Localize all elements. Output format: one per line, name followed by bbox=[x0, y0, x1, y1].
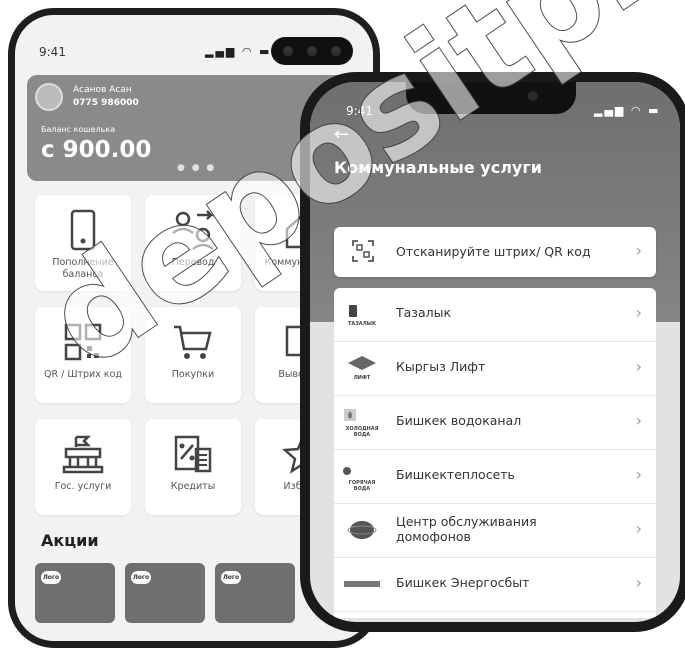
provider-logo bbox=[342, 512, 382, 548]
list-item-bishkekteploset[interactable]: ГОРЯЧАЯ ВОДА Бишкектеплосеть › bbox=[334, 450, 656, 504]
scan-label: Отсканируйте штрих/ QR код bbox=[396, 244, 591, 259]
wallet-label: Баланс кошелька bbox=[41, 125, 116, 134]
promo-logo: Лого bbox=[41, 571, 61, 584]
qr-scan-icon bbox=[352, 240, 374, 262]
user-phone: 0775 986000 bbox=[73, 98, 139, 108]
list-item-bishkek-energosbyt[interactable]: Бишкек Энергосбыт › bbox=[334, 558, 656, 612]
user-name: Асанов Асан bbox=[73, 85, 132, 95]
provider-name: Центр обслуживания домофонов bbox=[396, 514, 537, 544]
promo-card[interactable]: Лого bbox=[35, 563, 115, 623]
promo-logo: Лого bbox=[131, 571, 151, 584]
provider-logo: ЛИФТ bbox=[342, 350, 382, 386]
tile-label: Гос. услуги bbox=[54, 481, 112, 492]
provider-logo: ТАЗАЛЫК bbox=[342, 296, 382, 332]
provider-name: Бишкек Энергосбыт bbox=[396, 575, 530, 590]
chevron-right-icon: › bbox=[635, 303, 642, 322]
provider-list: ТАЗАЛЫК Тазалык › ЛИФТ Кыргыз Лифт › ХОЛ… bbox=[334, 288, 656, 618]
promo-card[interactable]: Лого bbox=[215, 563, 295, 623]
chevron-right-icon: › bbox=[635, 573, 642, 592]
government-icon bbox=[62, 435, 104, 474]
promo-logo: Лого bbox=[221, 571, 241, 584]
provider-logo bbox=[342, 566, 382, 602]
provider-name: Кыргыз Лифт bbox=[396, 359, 486, 374]
water-drop-icon bbox=[344, 408, 356, 421]
list-item-kyrgyz-lift[interactable]: ЛИФТ Кыргыз Лифт › bbox=[334, 342, 656, 396]
avatar[interactable] bbox=[35, 83, 63, 111]
chevron-right-icon: › bbox=[635, 411, 642, 430]
tile-label: Покупки bbox=[171, 369, 215, 380]
provider-name: Бишкектеплосеть bbox=[396, 467, 515, 482]
diamond-logo-icon bbox=[348, 356, 376, 370]
list-item-tazalyk[interactable]: ТАЗАЛЫК Тазалык › bbox=[334, 288, 656, 342]
tile-label: Кредиты bbox=[170, 481, 216, 492]
energy-logo-icon bbox=[344, 581, 380, 587]
provider-logo: ХОЛОДНАЯ ВОДА bbox=[342, 404, 382, 440]
provider-logo: ГОРЯЧАЯ ВОДА bbox=[342, 458, 382, 494]
tile-government[interactable]: Гос. услуги bbox=[35, 419, 131, 515]
globe-logo-icon bbox=[347, 521, 377, 539]
provider-name: Бишкек водоканал bbox=[396, 413, 522, 428]
list-item-bishkek-vodokanal[interactable]: ХОЛОДНАЯ ВОДА Бишкек водоканал › bbox=[334, 396, 656, 450]
status-bar: 9:41 ▂▄▆ ◠ ▬ bbox=[15, 15, 373, 75]
credit-icon bbox=[174, 435, 212, 473]
provider-name: Тазалык bbox=[396, 305, 452, 320]
promo-card[interactable]: Лого bbox=[125, 563, 205, 623]
heat-drop-icon bbox=[343, 466, 351, 475]
list-item-intercom-center[interactable]: Центр обслуживания домофонов › bbox=[334, 504, 656, 558]
chevron-right-icon: › bbox=[635, 357, 642, 376]
signal-wifi-battery-icon: ▂▄▆ ◠ ▬ bbox=[594, 104, 661, 117]
wallet-balance: c 900.00 bbox=[41, 137, 152, 163]
status-time: 9:41 bbox=[39, 45, 66, 59]
signal-wifi-battery-icon: ▂▄▆ ◠ ▬ bbox=[205, 45, 272, 58]
tile-credits[interactable]: Кредиты bbox=[145, 419, 241, 515]
promotions-title: Акции bbox=[41, 531, 99, 550]
chevron-right-icon: › bbox=[635, 465, 642, 484]
scan-qr-button[interactable]: Отсканируйте штрих/ QR код › bbox=[334, 227, 656, 277]
chevron-right-icon: › bbox=[635, 519, 642, 538]
chevron-right-icon: › bbox=[635, 241, 642, 260]
trash-bin-icon bbox=[348, 304, 357, 317]
